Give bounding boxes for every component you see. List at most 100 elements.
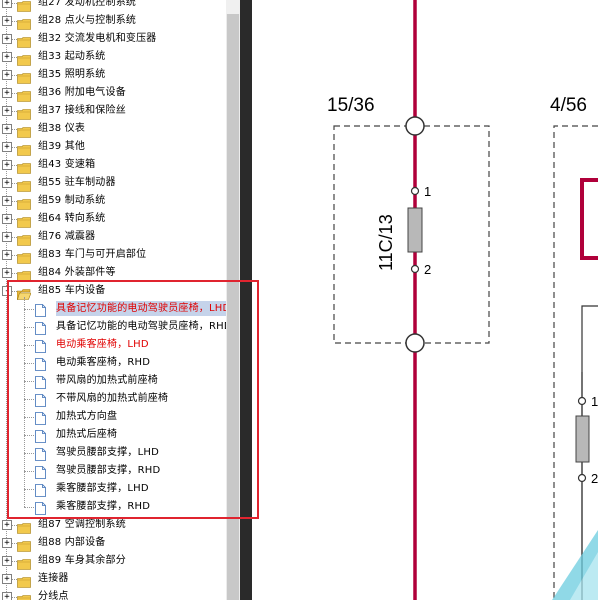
folder-icon [17, 591, 31, 600]
tree-group[interactable]: + 组33 起动系统 [0, 48, 226, 66]
tree-group-label: 组37 接线和保险丝 [38, 105, 126, 116]
tree-group-label: 组55 驻车制动器 [38, 177, 116, 188]
folder-icon [17, 555, 31, 570]
tree-group[interactable]: + 组32 交流发电机和变压器 [0, 30, 226, 48]
pin-1-dot [410, 186, 420, 196]
folder-icon [17, 87, 31, 102]
expand-icon[interactable]: + [2, 88, 12, 98]
expand-icon[interactable]: + [2, 592, 12, 600]
folder-icon [17, 249, 31, 264]
tree-group-label: 组64 转向系统 [38, 213, 106, 224]
pin-2-dot [410, 264, 420, 274]
tree-group[interactable]: + 组39 其他 [0, 138, 226, 156]
tree-group[interactable]: + 组43 变速箱 [0, 156, 226, 174]
connector-bottom[interactable] [405, 333, 425, 353]
folder-icon [17, 195, 31, 210]
tree-group-label: 组88 内部设备 [38, 537, 106, 548]
expand-icon[interactable]: + [2, 556, 12, 566]
tree-guide-line [12, 255, 17, 256]
tree-group-label: 组43 变速箱 [38, 159, 96, 170]
ref-label-left: 15/36 [327, 95, 375, 116]
tree-group-label: 组36 附加电气设备 [38, 87, 126, 98]
tree-group[interactable]: + 组59 制动系统 [0, 192, 226, 210]
expand-icon[interactable]: + [2, 178, 12, 188]
highlight-annotation-box [7, 280, 259, 519]
expand-icon[interactable]: + [2, 268, 12, 278]
tree-group[interactable]: + 组55 驻车制动器 [0, 174, 226, 192]
tree-group[interactable]: + 组35 照明系统 [0, 66, 226, 84]
tree-guide-line [12, 111, 17, 112]
watermark-logo [552, 530, 598, 600]
tree-group-label: 组59 制动系统 [38, 195, 106, 206]
tree-group[interactable]: + 组83 车门与可开启部位 [0, 246, 226, 264]
expand-icon[interactable]: + [2, 0, 12, 8]
tree-group[interactable]: + 组38 仪表 [0, 120, 226, 138]
folder-icon [17, 69, 31, 84]
tree-group[interactable]: + 连接器 [0, 570, 226, 588]
tree-group[interactable]: + 组89 车身其余部分 [0, 552, 226, 570]
fuse-symbol[interactable] [407, 207, 423, 253]
expand-icon[interactable]: + [2, 196, 12, 206]
tree-group[interactable]: + 分线点 [0, 588, 226, 600]
tree-group-label: 组38 仪表 [38, 123, 86, 134]
expand-icon[interactable]: + [2, 16, 12, 26]
expand-icon[interactable]: + [2, 214, 12, 224]
tree-guide-line [12, 597, 17, 598]
expand-icon[interactable]: + [2, 160, 12, 170]
right-component [580, 178, 598, 260]
tree-guide-line [12, 183, 17, 184]
expand-icon[interactable]: + [2, 106, 12, 116]
expand-icon[interactable]: + [2, 250, 12, 260]
scroll-up-button[interactable] [226, 0, 240, 14]
expand-icon[interactable]: + [2, 124, 12, 134]
tree-guide-line [12, 75, 17, 76]
tree-group[interactable]: + 组88 内部设备 [0, 534, 226, 552]
tree-guide-line [12, 93, 17, 94]
folder-icon [17, 267, 31, 282]
folder-icon [17, 15, 31, 30]
tree-guide-line [12, 219, 17, 220]
folder-icon [17, 51, 31, 66]
tree-group[interactable]: + 组76 减震器 [0, 228, 226, 246]
expand-icon[interactable]: + [2, 70, 12, 80]
expand-icon[interactable]: + [2, 52, 12, 62]
right-box-outline [553, 125, 598, 600]
folder-icon [17, 213, 31, 228]
folder-icon [17, 537, 31, 552]
tree-group-label: 分线点 [38, 591, 69, 600]
tree-guide-line [12, 201, 17, 202]
expand-icon[interactable]: + [2, 232, 12, 242]
tree-guide-line [12, 165, 17, 166]
tree-group[interactable]: + 组64 转向系统 [0, 210, 226, 228]
tree-guide-line [12, 579, 17, 580]
tree-group[interactable]: + 组27 发动机控制系统 [0, 0, 226, 12]
pin-1-dot-right [577, 396, 587, 406]
wiring-diagram: 15/36 1 2 11C/13 4/56 1 2 [252, 0, 598, 600]
tree-guide-line [12, 39, 17, 40]
expand-icon[interactable]: + [2, 520, 12, 530]
fuse-label: 11C/13 [376, 214, 396, 271]
tree-guide-line [12, 3, 17, 4]
tree-group[interactable]: + 组36 附加电气设备 [0, 84, 226, 102]
expand-icon[interactable]: + [2, 538, 12, 548]
pin-1-label: 1 [424, 184, 431, 199]
folder-icon [17, 177, 31, 192]
folder-icon [17, 519, 31, 534]
tree-group[interactable]: + 组37 接线和保险丝 [0, 102, 226, 120]
pin-1-label-right: 1 [591, 394, 598, 409]
fuse-symbol-right[interactable] [575, 415, 590, 463]
tree-group-label: 组83 车门与可开启部位 [38, 249, 147, 260]
folder-icon [17, 33, 31, 48]
expand-icon[interactable]: + [2, 142, 12, 152]
tree-group[interactable]: + 组28 点火与控制系统 [0, 12, 226, 30]
expand-icon[interactable]: + [2, 34, 12, 44]
tree-guide-line [12, 525, 17, 526]
connector-top[interactable] [405, 116, 425, 136]
tree-group-label: 组87 空调控制系统 [38, 519, 126, 530]
folder-icon [17, 159, 31, 174]
expand-icon[interactable]: + [2, 574, 12, 584]
tree-group-label: 组32 交流发电机和变压器 [38, 33, 157, 44]
tree-guide-line [12, 57, 17, 58]
tree-group-label: 组27 发动机控制系统 [38, 0, 137, 8]
tree-guide-line [12, 129, 17, 130]
